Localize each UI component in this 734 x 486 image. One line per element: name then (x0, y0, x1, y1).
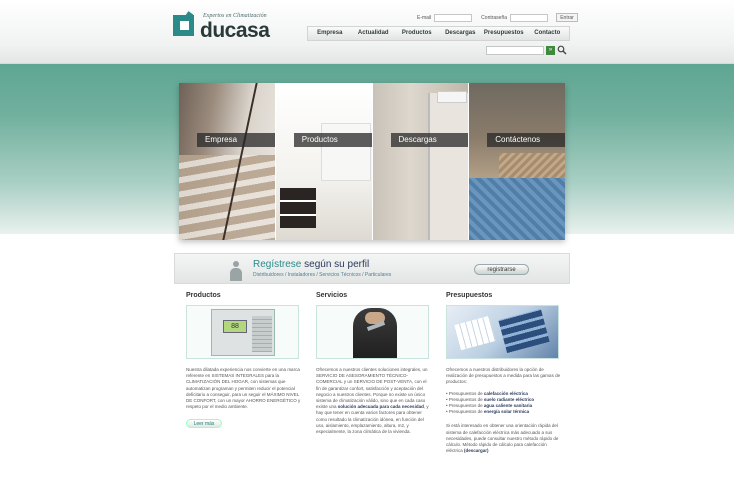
descargar-link[interactable]: (descargar) (464, 448, 489, 453)
list-item-bold[interactable]: suelo radiante eléctrico (484, 397, 534, 402)
logo-mark-icon (173, 15, 194, 36)
register-bar: Regístrese según su perfil Distribuidore… (174, 253, 570, 284)
servicios-column: Servicios Ofrecemos a nuestros clientes … (316, 292, 432, 435)
cabinet-image (279, 188, 316, 228)
hero-label-productos: Productos (293, 133, 372, 147)
password-label: Contraseña (481, 14, 508, 21)
search-bar: » (486, 45, 567, 55)
register-title-a: Regístrese (253, 259, 302, 270)
register-button[interactable]: registrarse (474, 264, 529, 275)
list-item-prefix: • Presupuestos de (446, 390, 483, 396)
servicios-heading: Servicios (316, 292, 348, 299)
presupuestos-outro-text: Si está interesado en obtener una orient… (446, 423, 559, 454)
hero-panel-descargas[interactable]: Descargas (372, 83, 470, 240)
register-title: Regístrese según su perfil (253, 259, 369, 270)
nav-contacto[interactable]: Contacto (526, 27, 570, 40)
thermostat-image[interactable]: 88 (186, 305, 299, 359)
search-input[interactable] (486, 45, 544, 55)
nav-actualidad[interactable]: Actualidad (352, 27, 396, 40)
hero-panel-empresa[interactable]: Empresa (179, 83, 276, 240)
list-item-bold[interactable]: energía solar térmica (484, 409, 529, 414)
door-image (427, 93, 468, 240)
thermostat-device: 88 (211, 309, 275, 356)
login-form: E-mail Contraseña Entrar (417, 13, 579, 22)
productos-heading: Productos (186, 292, 221, 299)
hero-label-contactenos: Contáctenos (487, 133, 565, 147)
presupuestos-column: Presupuestos Ofrecemos a nuestros distri… (446, 292, 562, 454)
productos-column: Productos 88 Nuestra dilatada experienci… (186, 292, 302, 430)
list-item: • Presupuestos de energía solar térmica (446, 409, 562, 415)
calculator-image[interactable] (446, 305, 559, 359)
presupuestos-heading: Presupuestos (446, 292, 493, 299)
nav-empresa[interactable]: Empresa (308, 27, 352, 40)
site-header: Expertos en Climatización ducasa E-mail … (0, 0, 734, 64)
servicios-text: Ofrecemos a nuestros clientes soluciones… (316, 367, 432, 435)
presupuestos-outro: Si está interesado en obtener una orient… (446, 423, 562, 454)
main-nav: Empresa Actualidad Productos Descargas P… (307, 26, 570, 41)
ac-unit-image (436, 91, 467, 103)
search-go-button[interactable]: » (546, 45, 555, 55)
register-title-b: según su perfil (304, 259, 370, 270)
list-item-bold[interactable]: calefacción eléctrica (484, 391, 528, 396)
technician-image[interactable] (316, 305, 429, 359)
leer-mas-button[interactable]: Leer más (186, 419, 222, 429)
servicios-text-start: Ofrecemos a nuestros clientes soluciones… (316, 367, 428, 410)
staircase-image (179, 155, 275, 240)
thermostat-module (252, 316, 272, 352)
hero-banner: Empresa Productos Descargas Contáctenos (179, 83, 565, 240)
servicios-highlight: solución adecuada para cada necesidad (337, 404, 424, 410)
nav-descargas[interactable]: Descargas (439, 27, 483, 40)
list-item-prefix: • Presupuestos de (446, 396, 483, 402)
productos-text: Nuestra dilatada experiencia nos convier… (186, 367, 301, 410)
ducasa-logo[interactable]: Expertos en Climatización ducasa (173, 13, 293, 49)
pool-image (469, 178, 565, 240)
calculator-graphic (447, 306, 558, 358)
nav-presupuestos[interactable]: Presupuestos (482, 27, 526, 40)
hero-panel-contactenos[interactable]: Contáctenos (469, 83, 565, 240)
list-item-prefix: • Presupuestos de (446, 409, 483, 415)
presupuestos-list: • Presupuestos de calefacción eléctrica … (446, 391, 562, 416)
nav-productos[interactable]: Productos (395, 27, 439, 40)
email-label: E-mail (417, 14, 432, 21)
logo-wordmark: ducasa (200, 19, 270, 42)
email-field[interactable] (434, 13, 473, 22)
person-icon (230, 261, 242, 281)
register-subtitle: Distribuidores / Instaladores / Servicio… (253, 272, 392, 278)
login-button[interactable]: Entrar (556, 13, 579, 22)
password-field[interactable] (510, 13, 549, 22)
radiator-image (320, 123, 371, 181)
list-item-bold[interactable]: agua caliente sanitaria (484, 403, 532, 408)
hero-label-descargas: Descargas (390, 133, 469, 147)
list-item-prefix: • Presupuestos de (446, 403, 483, 409)
presupuestos-intro: Ofrecemos a nuestros distribuidores la o… (446, 367, 561, 385)
hero-label-empresa: Empresa (197, 133, 275, 147)
technician-figure (353, 308, 397, 358)
search-icon[interactable] (557, 45, 567, 55)
hero-panel-productos[interactable]: Productos (275, 83, 373, 240)
thermostat-display: 88 (223, 320, 247, 333)
